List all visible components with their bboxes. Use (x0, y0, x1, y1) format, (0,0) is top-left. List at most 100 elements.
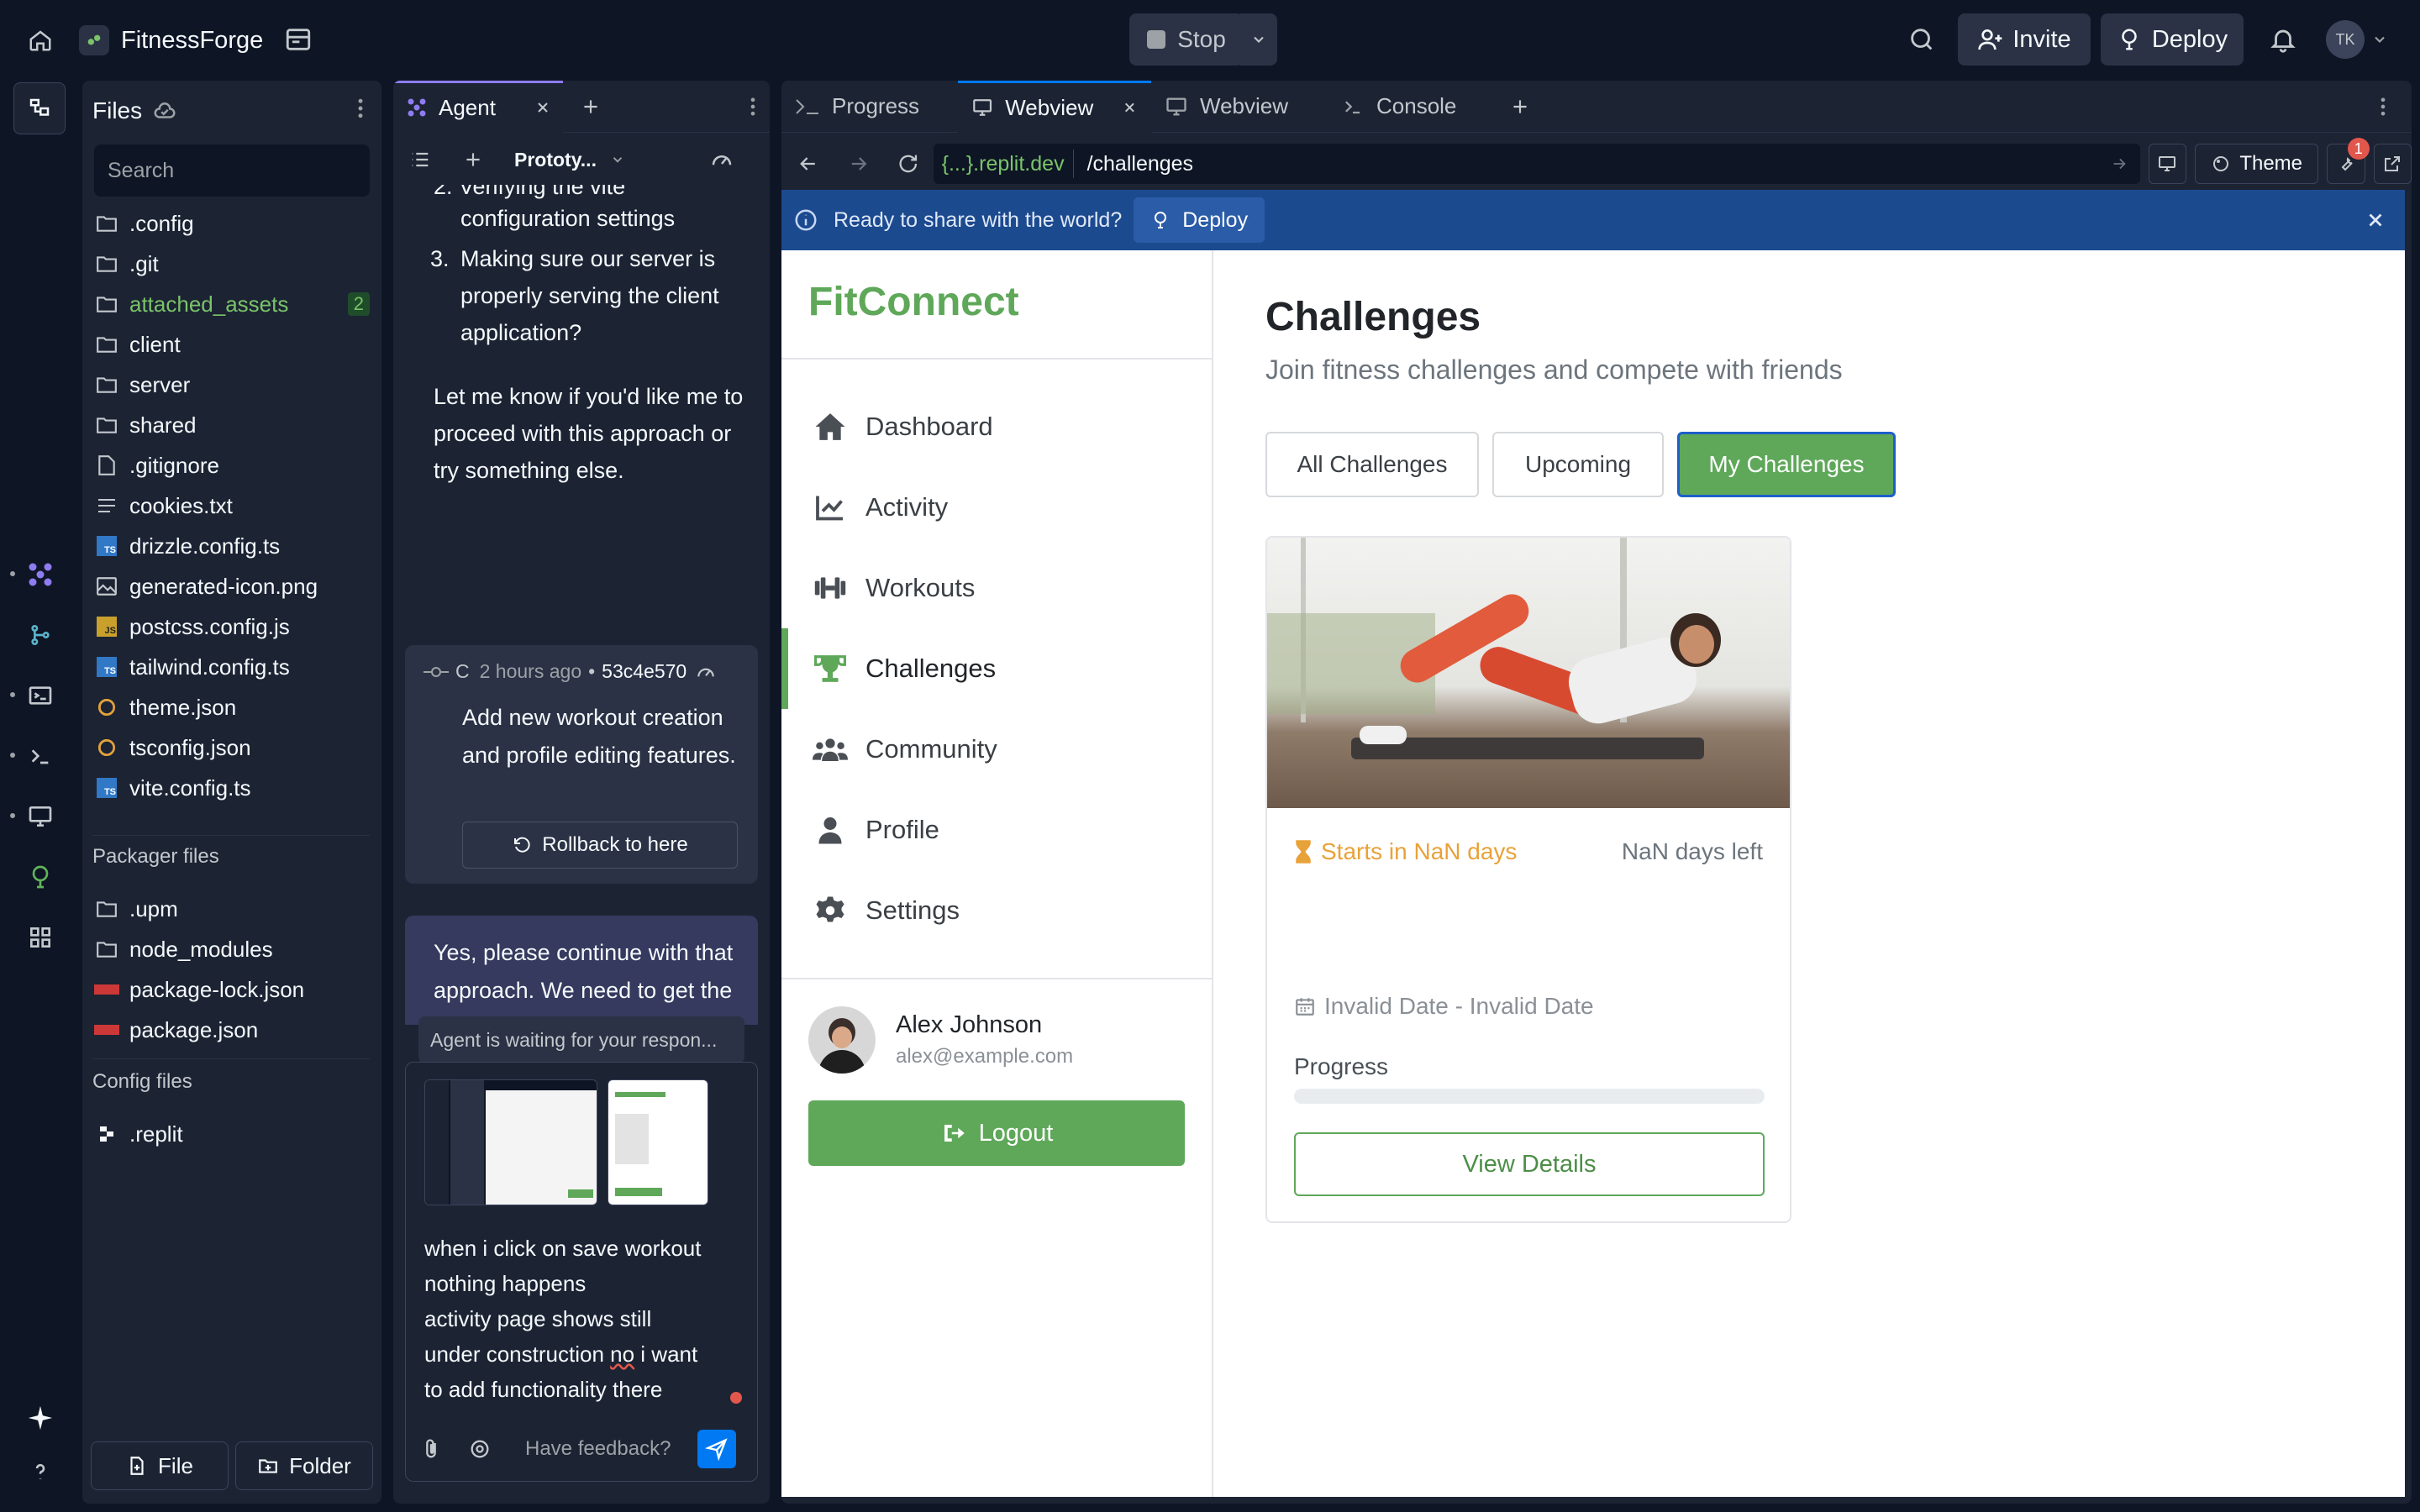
deploy-icon (1155, 212, 1167, 228)
filter-upcoming[interactable]: Upcoming (1492, 432, 1664, 497)
open-new-tab-button[interactable] (2373, 144, 2412, 184)
file-tree-item[interactable]: package.json (82, 1010, 381, 1050)
feedback-link[interactable]: Have feedback? (525, 1437, 671, 1461)
file-tree-item[interactable]: node_modules (82, 929, 381, 969)
stop-button[interactable]: Stop (1129, 13, 1244, 66)
tab-label: Webview (1200, 93, 1289, 118)
filter-my-challenges[interactable]: My Challenges (1677, 432, 1896, 497)
file-tree-item[interactable]: shared (82, 405, 381, 445)
sparkle-icon[interactable] (20, 1398, 60, 1438)
add-tab-icon[interactable] (580, 96, 602, 118)
apps-grid-icon[interactable] (20, 917, 60, 958)
view-details-button[interactable]: View Details (1294, 1132, 1765, 1196)
file-tree-item[interactable]: .upm (82, 889, 381, 929)
search-icon[interactable] (1907, 25, 1936, 54)
new-chat-icon[interactable] (462, 149, 484, 171)
bell-icon[interactable] (2269, 25, 2297, 54)
send-button[interactable] (697, 1430, 737, 1468)
theme-button[interactable]: Theme (2194, 144, 2319, 184)
home-icon[interactable] (20, 20, 60, 60)
file-tree-item[interactable]: package-lock.json (82, 969, 381, 1010)
new-folder-button[interactable]: Folder (235, 1441, 373, 1490)
user-menu[interactable]: TK (2326, 20, 2388, 59)
file-tree-item[interactable]: generated-icon.png (82, 566, 381, 606)
file-tree-item[interactable]: .gitignore (82, 445, 381, 486)
filter-all-challenges[interactable]: All Challenges (1265, 432, 1479, 497)
file-name: cookies.txt (129, 492, 233, 518)
folder-icon (94, 899, 119, 919)
file-tree-item[interactable]: client (82, 324, 381, 365)
help-icon[interactable] (20, 1452, 60, 1492)
back-arrow-icon[interactable] (797, 152, 820, 176)
tab-console[interactable]: Console (1328, 81, 1496, 133)
search-input[interactable]: Search (94, 144, 370, 197)
more-icon[interactable] (741, 95, 765, 118)
commit-hash[interactable]: 53c4e570 (602, 660, 687, 683)
gauge-icon[interactable] (709, 147, 734, 172)
nav-item-dashboard[interactable]: Dashboard (781, 386, 1212, 467)
close-icon[interactable] (1122, 99, 1138, 116)
project-switcher[interactable]: FitnessForge (79, 22, 263, 59)
deploy-button[interactable]: Deploy (2101, 13, 2244, 66)
refresh-icon[interactable] (897, 152, 920, 176)
forward-arrow-icon[interactable] (847, 152, 871, 176)
nav-item-workouts[interactable]: Workouts (781, 548, 1212, 628)
nav-item-settings[interactable]: Settings (781, 870, 1212, 951)
file-tree-item[interactable]: TS tailwind.config.ts (82, 647, 381, 687)
go-arrow-icon[interactable] (2110, 155, 2128, 173)
file-name: .upm (129, 895, 178, 921)
webview-icon[interactable] (20, 796, 60, 837)
close-icon[interactable] (2365, 209, 2386, 231)
workspace-tabbar: Progress Webview Webview Console (781, 81, 2412, 133)
chevron-down-icon[interactable] (610, 152, 625, 167)
more-icon[interactable] (2371, 95, 2395, 118)
file-tree-item[interactable]: .config (82, 203, 381, 244)
git-icon[interactable] (20, 615, 60, 655)
run-options-chevron-down-icon[interactable] (1240, 13, 1277, 66)
logout-button[interactable]: Logout (808, 1100, 1185, 1166)
file-tree-icon[interactable] (13, 82, 66, 134)
nav-item-profile[interactable]: Profile (781, 790, 1212, 870)
device-toggle-button[interactable] (2148, 144, 2186, 184)
file-tree-item[interactable]: theme.json (82, 687, 381, 727)
tab-agent[interactable]: Agent (393, 81, 563, 133)
shell-icon[interactable] (20, 736, 60, 776)
file-tree-item[interactable]: TS drizzle.config.ts (82, 526, 381, 566)
workflows-icon[interactable] (20, 675, 60, 716)
tab-webview[interactable]: Webview (1151, 81, 1328, 133)
add-tab-icon[interactable] (1509, 96, 1531, 118)
settings-icon[interactable] (468, 1437, 492, 1461)
banner-deploy-button[interactable]: Deploy (1134, 197, 1265, 243)
file-tree-item[interactable]: attached_assets 2 (82, 284, 381, 324)
list-icon[interactable] (408, 148, 432, 171)
deployments-icon[interactable] (20, 857, 60, 897)
files-more-icon[interactable] (348, 96, 373, 121)
nav-item-activity[interactable]: Activity (781, 467, 1212, 548)
attachment-thumbnail[interactable] (608, 1079, 708, 1205)
devtools-button[interactable]: 1 (2327, 138, 2370, 184)
layout-icon[interactable] (284, 25, 313, 54)
mode-selector[interactable]: Prototy... (514, 149, 597, 171)
file-tree-item[interactable]: cookies.txt (82, 486, 381, 526)
nav-item-community[interactable]: Community (781, 709, 1212, 790)
attachment-thumbnail[interactable] (424, 1079, 597, 1205)
paperclip-icon[interactable] (419, 1437, 443, 1461)
url-bar[interactable]: {...}.replit.dev /challenges (933, 144, 2140, 184)
close-icon[interactable] (534, 99, 551, 116)
brand-logo[interactable]: FitConnect (808, 279, 1019, 325)
new-file-button[interactable]: File (91, 1441, 229, 1490)
file-tree-item[interactable]: .replit (82, 1114, 381, 1154)
tab-progress[interactable]: Progress (781, 81, 958, 133)
file-tree-item[interactable]: JS postcss.config.js (82, 606, 381, 647)
chat-input-box[interactable]: when i click on save workout nothing hap… (405, 1062, 758, 1482)
invite-button[interactable]: Invite (1958, 13, 2091, 66)
file-tree-item[interactable]: tsconfig.json (82, 727, 381, 768)
nav-item-challenges[interactable]: Challenges (781, 628, 1212, 709)
file-tree-item[interactable]: .git (82, 244, 381, 284)
chat-draft-text[interactable]: when i click on save workout nothing hap… (424, 1231, 744, 1407)
rollback-button[interactable]: Rollback to here (462, 822, 738, 869)
file-tree-item[interactable]: server (82, 365, 381, 405)
agent-icon[interactable] (20, 554, 60, 595)
file-tree-item[interactable]: TS vite.config.ts (82, 768, 381, 808)
tab-webview-active[interactable]: Webview (958, 81, 1151, 133)
